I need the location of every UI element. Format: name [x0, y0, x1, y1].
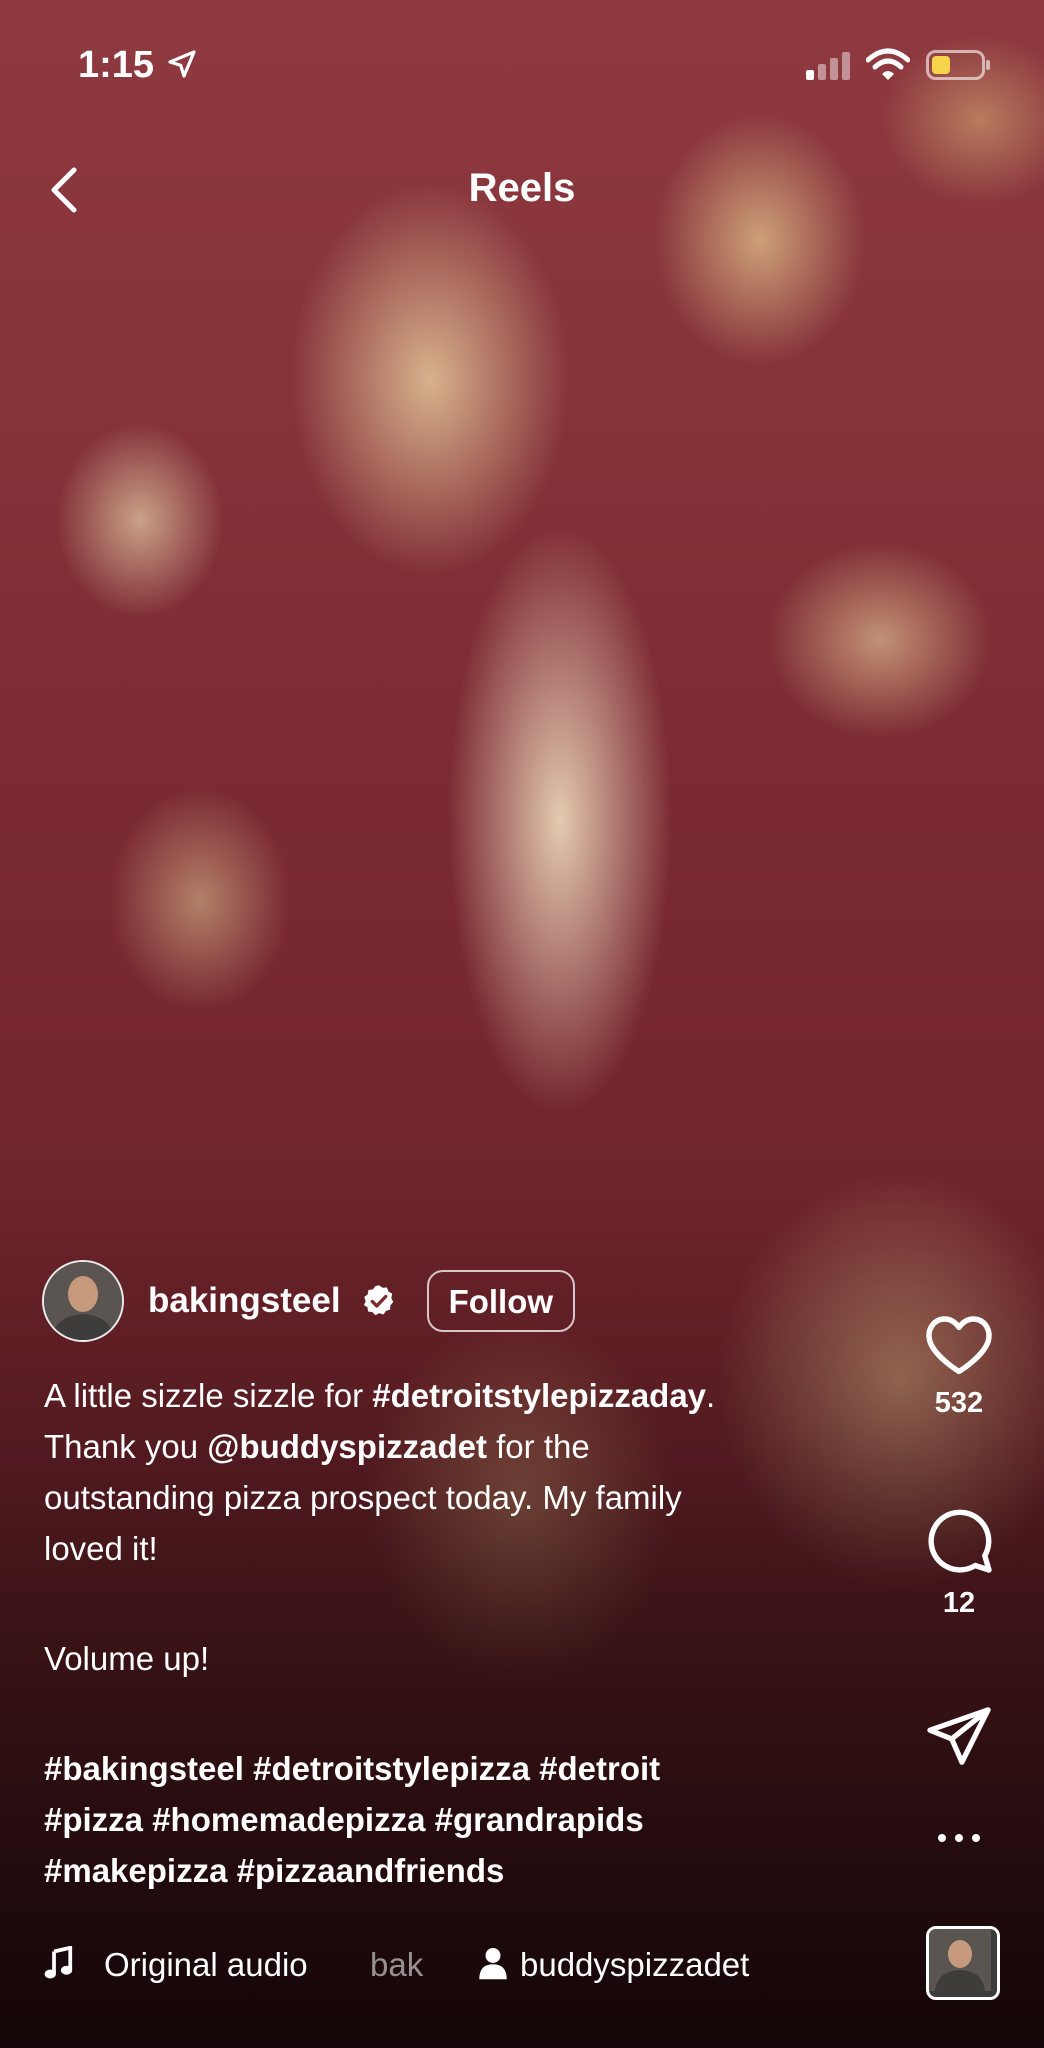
music-note-icon [44, 1946, 73, 1979]
mention-link[interactable]: @buddyspizzadet [207, 1428, 487, 1465]
audio-title[interactable]: Original audio [104, 1946, 308, 1984]
status-bar: 1:15 [0, 0, 1044, 120]
author-username[interactable]: bakingsteel [148, 1281, 341, 1321]
hashtags-line[interactable]: #makepizza #pizzaandfriends [44, 1845, 864, 1896]
person-icon [479, 1948, 507, 1980]
caption-line: A little sizzle sizzle for #detroitstyle… [44, 1370, 864, 1421]
hashtags-line[interactable]: #pizza #homemadepizza #grandrapids [44, 1794, 864, 1845]
location-arrow-icon [168, 50, 196, 78]
like-count: 532 [934, 1387, 984, 1419]
thumbnail-person-icon [929, 1929, 991, 1991]
heart-icon [926, 1316, 992, 1375]
comment-count: 12 [942, 1587, 976, 1619]
battery-icon [926, 50, 990, 80]
comment-button[interactable]: 12 [874, 1504, 1044, 1620]
audio-marquee-text: bak [370, 1946, 424, 1983]
more-horizontal-icon [938, 1834, 980, 1842]
caption-text: Thank you [44, 1428, 208, 1465]
hashtags-line[interactable]: #bakingsteel #detroitstylepizza #detroit [44, 1743, 864, 1794]
avatar-person-icon [44, 1262, 122, 1340]
follow-button[interactable]: Follow [426, 1270, 576, 1332]
caption-line: Volume up! [44, 1640, 210, 1677]
tagged-user[interactable]: buddyspizzadet [520, 1946, 749, 1984]
hashtag-link[interactable]: #detroitstylepizzaday [372, 1377, 706, 1414]
caption-line: Thank you @buddyspizzadet for the [44, 1421, 864, 1472]
caption-text: for the [486, 1428, 590, 1465]
verified-badge-icon [363, 1285, 393, 1316]
share-button[interactable] [874, 1704, 1044, 1773]
caption-text: . [706, 1377, 716, 1414]
status-time: 1:15 [78, 44, 155, 86]
reel-caption[interactable]: A little sizzle sizzle for #detroitstyle… [44, 1370, 864, 1896]
caption-line: loved it! [44, 1530, 158, 1567]
page-title: Reels [468, 166, 576, 210]
like-button[interactable]: 532 [874, 1310, 1044, 1420]
audio-bar[interactable]: Original audio bak buddyspizzadet [0, 1926, 1044, 2002]
caption-line: outstanding pizza prospect today. My fam… [44, 1479, 682, 1516]
comment-bubble-icon [928, 1509, 992, 1573]
caption-text: A little sizzle sizzle for [44, 1377, 373, 1414]
wifi-icon [866, 48, 910, 80]
author-row: bakingsteel Follow [42, 1258, 576, 1344]
more-options-button[interactable] [874, 1830, 1044, 1851]
avatar[interactable] [42, 1260, 124, 1342]
cellular-signal-icon [806, 52, 850, 80]
audio-thumbnail[interactable] [926, 1926, 1000, 2000]
paper-plane-icon [927, 1707, 991, 1765]
